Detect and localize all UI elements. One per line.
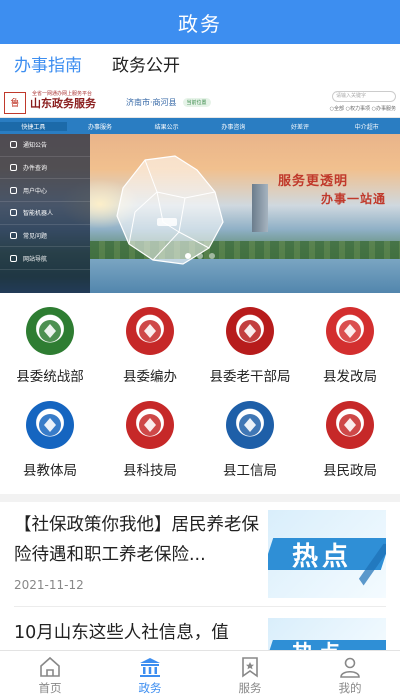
side-menu-item: 智能机器人 [0, 202, 90, 225]
nav-home-label: 首页 [38, 680, 62, 695]
shandong-logo-icon: 鲁 [4, 91, 26, 114]
department-label: 县教体局 [23, 463, 77, 479]
department-label: 县委编办 [123, 369, 177, 385]
department-label: 县委老干部局 [209, 369, 291, 385]
carousel-dot [209, 253, 215, 259]
united-front-icon [26, 307, 74, 355]
news-item[interactable]: 【社保政策你我他】居民养老保险待遇和职工养老保险... 2021-11-12 热… [14, 510, 386, 610]
department-item[interactable]: 县委统战部 [0, 303, 100, 385]
search-doc-icon [10, 164, 17, 172]
civil-affairs-icon [326, 401, 374, 449]
industry-it-icon [226, 401, 274, 449]
department-label: 县发改局 [323, 369, 377, 385]
bottom-navigation: 首页 政务 服务 我的 [0, 650, 400, 700]
site-subtitle: 全省一网通办网上服务平台 [32, 91, 93, 97]
department-item[interactable]: 县民政局 [300, 397, 400, 479]
nav-home[interactable]: 首页 [0, 651, 100, 700]
veteran-cadres-icon [226, 307, 274, 355]
side-menu-item: 用户中心 [0, 179, 90, 203]
party-emblem-icon [126, 307, 174, 355]
banner-carousel[interactable]: 鲁 全省一网通办网上服务平台 山东政务服务 济南市·商河县 当前位置 请输入关键… [0, 88, 400, 293]
section-separator [0, 494, 400, 502]
department-item[interactable]: 县委编办 [100, 303, 200, 385]
home-icon [40, 656, 60, 677]
embedded-site-navbar: 快捷工具 办事服务 结果公示 办事咨询 好差评 中介超市 [0, 118, 400, 134]
nav-mine[interactable]: 我的 [300, 651, 400, 700]
department-label: 县民政局 [323, 463, 377, 479]
hot-label: 热点 [292, 542, 353, 572]
banner-hero-image: 服务更透明 办事一站通 通知公告 办件查询 用户中心 智能机器人 常见问题 网站… [0, 134, 400, 293]
side-menu-item: 通知公告 [0, 134, 90, 157]
slogan-line-1: 服务更透明 [277, 174, 348, 189]
user-icon [10, 186, 17, 194]
department-item[interactable]: 县教体局 [0, 397, 100, 479]
carousel-indicator [0, 244, 400, 263]
location-pill: 当前位置 [182, 98, 211, 107]
department-item[interactable]: 县科技局 [100, 397, 200, 479]
bell-icon [10, 141, 17, 149]
department-item[interactable]: 县委老干部局 [200, 303, 300, 385]
department-item[interactable]: 县发改局 [300, 303, 400, 385]
nav-service[interactable]: 服务 [200, 651, 300, 700]
nav-government[interactable]: 政务 [100, 651, 200, 700]
carousel-dot [197, 253, 203, 259]
user-profile-icon [340, 657, 360, 678]
news-title: 【社保政策你我他】居民养老保险待遇和职工养老保险... [14, 515, 259, 565]
top-tabs: 办事指南 政务公开 [0, 44, 400, 88]
question-icon [10, 232, 17, 240]
robot-icon [10, 209, 17, 217]
carousel-dot [185, 253, 191, 259]
site-search-scopes: ○全部 ○权力事项 ○办事服务 [329, 106, 396, 112]
navbar-item: 中介超市 [354, 123, 379, 131]
department-item[interactable]: 县工信局 [200, 397, 300, 479]
page-title: 政务 [178, 11, 222, 36]
department-label: 县科技局 [123, 463, 177, 479]
slogan-line-2: 办事一站通 [320, 192, 386, 206]
navbar-item: 办事咨询 [221, 123, 246, 131]
department-label: 县委统战部 [16, 369, 84, 385]
department-grid: 县委统战部 县委编办 县委老干部局 县发改局县教体局 县科技局 县工信局 县民政局 [0, 303, 400, 479]
navbar-item: 快捷工具 [0, 121, 67, 131]
navbar-item: 好差评 [291, 123, 310, 131]
government-building-icon [140, 657, 160, 677]
news-thumbnail: 热点 [268, 510, 386, 598]
nav-government-label: 政务 [138, 680, 162, 695]
app-title-bar: 政务 [0, 0, 400, 44]
tab-government-disclosure[interactable]: 政务公开 [112, 44, 180, 88]
education-sports-icon [26, 401, 74, 449]
city-tower [252, 184, 268, 232]
navbar-item: 办事服务 [88, 123, 113, 131]
service-bookmark-icon [242, 656, 258, 678]
site-search-box: 请输入关键字 [332, 91, 396, 102]
department-label: 县工信局 [223, 463, 277, 479]
news-title: 10月山东这些人社信息，值 [14, 623, 229, 643]
site-location: 济南市·商河县 [126, 98, 177, 107]
navbar-item: 结果公示 [154, 123, 179, 131]
nav-mine-label: 我的 [338, 680, 362, 695]
embedded-site-header: 鲁 全省一网通办网上服务平台 山东政务服务 济南市·商河县 当前位置 请输入关键… [0, 88, 400, 118]
development-reform-icon [326, 307, 374, 355]
science-tech-icon [126, 401, 174, 449]
nav-service-label: 服务 [238, 680, 262, 695]
embedded-side-menu: 通知公告 办件查询 用户中心 智能机器人 常见问题 网站导航 [0, 134, 90, 293]
side-menu-item: 办件查询 [0, 157, 90, 180]
tab-service-guide[interactable]: 办事指南 [14, 44, 82, 88]
news-divider [14, 606, 386, 607]
news-date: 2021-11-12 [14, 578, 84, 592]
